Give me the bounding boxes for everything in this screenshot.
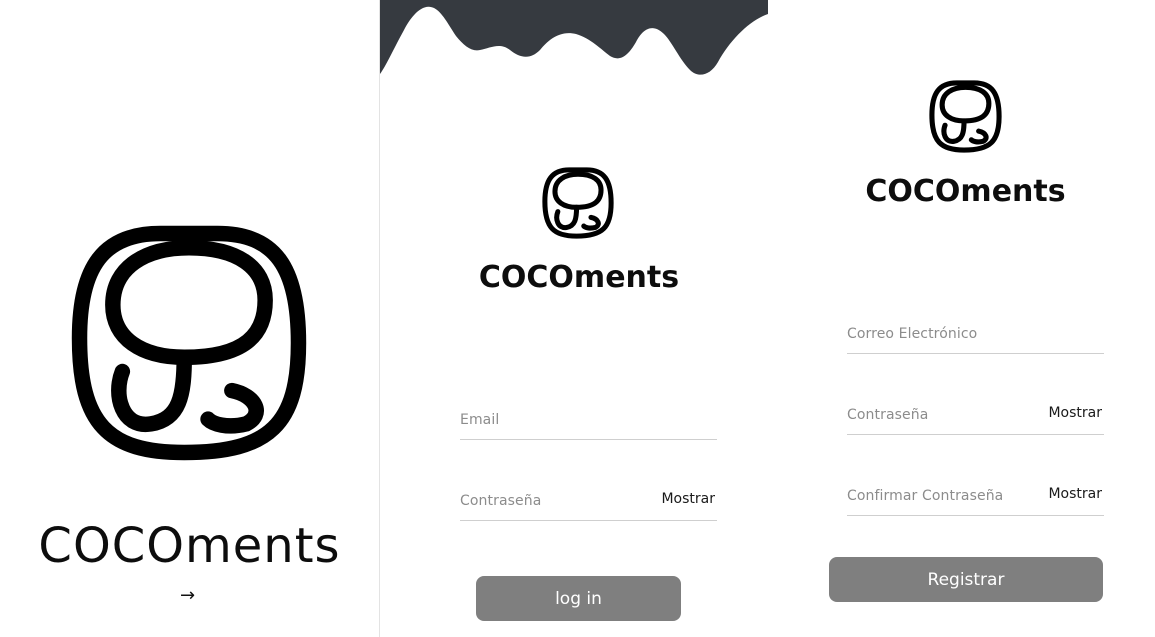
cocoments-logo-icon: [929, 80, 1002, 153]
password-field[interactable]: Contraseña Mostrar: [847, 391, 1104, 435]
email-placeholder: Email: [460, 412, 500, 428]
register-screen: COCOments Correo Electrónico Contraseña …: [768, 0, 1155, 637]
confirm-password-placeholder: Confirmar Contraseña: [847, 488, 1004, 504]
splash-screen: COCOments →: [0, 0, 379, 637]
confirm-password-field[interactable]: Confirmar Contraseña Mostrar: [847, 472, 1104, 516]
password-placeholder: Contraseña: [460, 493, 542, 509]
brand-wordmark: COCOments: [865, 174, 1066, 209]
login-screen: COCOments Email Contraseña Mostrar log i…: [380, 0, 768, 637]
register-button[interactable]: Registrar: [829, 557, 1103, 602]
cocoments-logo-icon: [542, 167, 614, 239]
show-confirm-password-toggle[interactable]: Mostrar: [1048, 486, 1102, 502]
email-field[interactable]: Correo Electrónico: [847, 310, 1104, 354]
password-field[interactable]: Contraseña Mostrar: [460, 477, 717, 521]
cocoments-logo-icon: [71, 225, 307, 461]
password-placeholder: Contraseña: [847, 407, 929, 423]
email-placeholder: Correo Electrónico: [847, 326, 978, 342]
brand-wordmark: COCOments: [478, 260, 680, 295]
login-button[interactable]: log in: [476, 576, 681, 621]
brand-wordmark: COCOments: [38, 518, 341, 574]
arrow-right-icon[interactable]: →: [180, 585, 195, 606]
header-wave: [380, 0, 768, 75]
email-field[interactable]: Email: [460, 396, 717, 440]
show-password-toggle[interactable]: Mostrar: [1048, 405, 1102, 421]
show-password-toggle[interactable]: Mostrar: [661, 491, 715, 507]
